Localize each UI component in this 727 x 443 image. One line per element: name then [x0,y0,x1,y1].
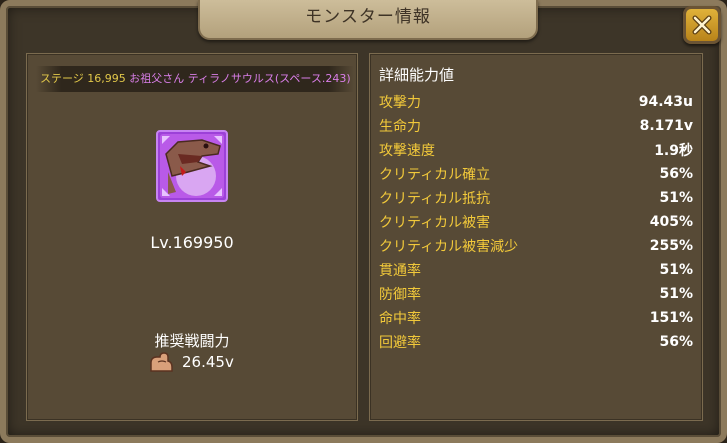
recommended-power-label: 推奨戦闘力 [154,332,230,350]
close-icon [692,15,712,35]
monster-name: お祖父さん ティラノサウルス(スペース.243) [129,72,351,85]
stat-value: 151% [649,310,693,326]
stat-row-penetration: 貫通率 51% [379,258,693,282]
stat-value: 51% [659,190,693,206]
stat-row-evasion: 回避率 56% [379,330,693,354]
stat-row-attack: 攻撃力 94.43u [379,90,693,114]
stat-row-defense: 防御率 51% [379,282,693,306]
stat-row-vitality: 生命力 8.171v [379,114,693,138]
stat-value: 255% [649,238,693,254]
stat-label: クリティカル被害 [379,215,491,231]
stat-row-critical-resist: クリティカル抵抗 51% [379,186,693,210]
stat-value: 1.9秒 [654,143,693,159]
stat-value: 51% [659,286,693,302]
stats-title: 詳細能力値 [379,66,455,84]
monster-portrait[interactable] [156,130,228,202]
close-button[interactable] [683,6,721,44]
stat-value: 405% [649,214,693,230]
stat-label: 防御率 [379,287,421,303]
stat-label: 回避率 [379,335,421,351]
recommended-power-value: 26.45v [182,353,234,371]
stat-value: 94.43u [638,94,693,110]
stat-label: クリティカル確立 [379,167,491,183]
monster-level: Lv.169950 [150,233,234,252]
recommended-power: 26.45v [148,350,234,374]
stat-row-critical-chance: クリティカル確立 56% [379,162,693,186]
flexed-arm-icon [150,352,173,372]
stat-value: 51% [659,262,693,278]
stat-label: 攻撃速度 [379,143,435,159]
stat-value: 56% [659,166,693,182]
stat-label: 命中率 [379,311,421,327]
stat-value: 56% [659,334,693,350]
stat-row-critical-damage: クリティカル被害 405% [379,210,693,234]
stat-row-accuracy: 命中率 151% [379,306,693,330]
stage-banner: ステージ 16,995 お祖父さん ティラノサウルス(スペース.243) [36,66,354,92]
stat-value: 8.171v [639,118,693,134]
stage-label: ステージ 16,995 [40,72,126,85]
stat-row-attack-speed: 攻撃速度 1.9秒 [379,138,693,162]
stat-label: クリティカル抵抗 [379,191,491,207]
tyrannosaurus-icon [160,134,224,198]
stat-row-critical-damage-reduction: クリティカル被害減少 255% [379,234,693,258]
stat-label: 貫通率 [379,263,421,279]
stat-label: 生命力 [379,119,421,135]
stat-label: 攻撃力 [379,95,421,111]
window-title: モンスター情報 [198,0,538,40]
stat-label: クリティカル被害減少 [379,239,519,255]
